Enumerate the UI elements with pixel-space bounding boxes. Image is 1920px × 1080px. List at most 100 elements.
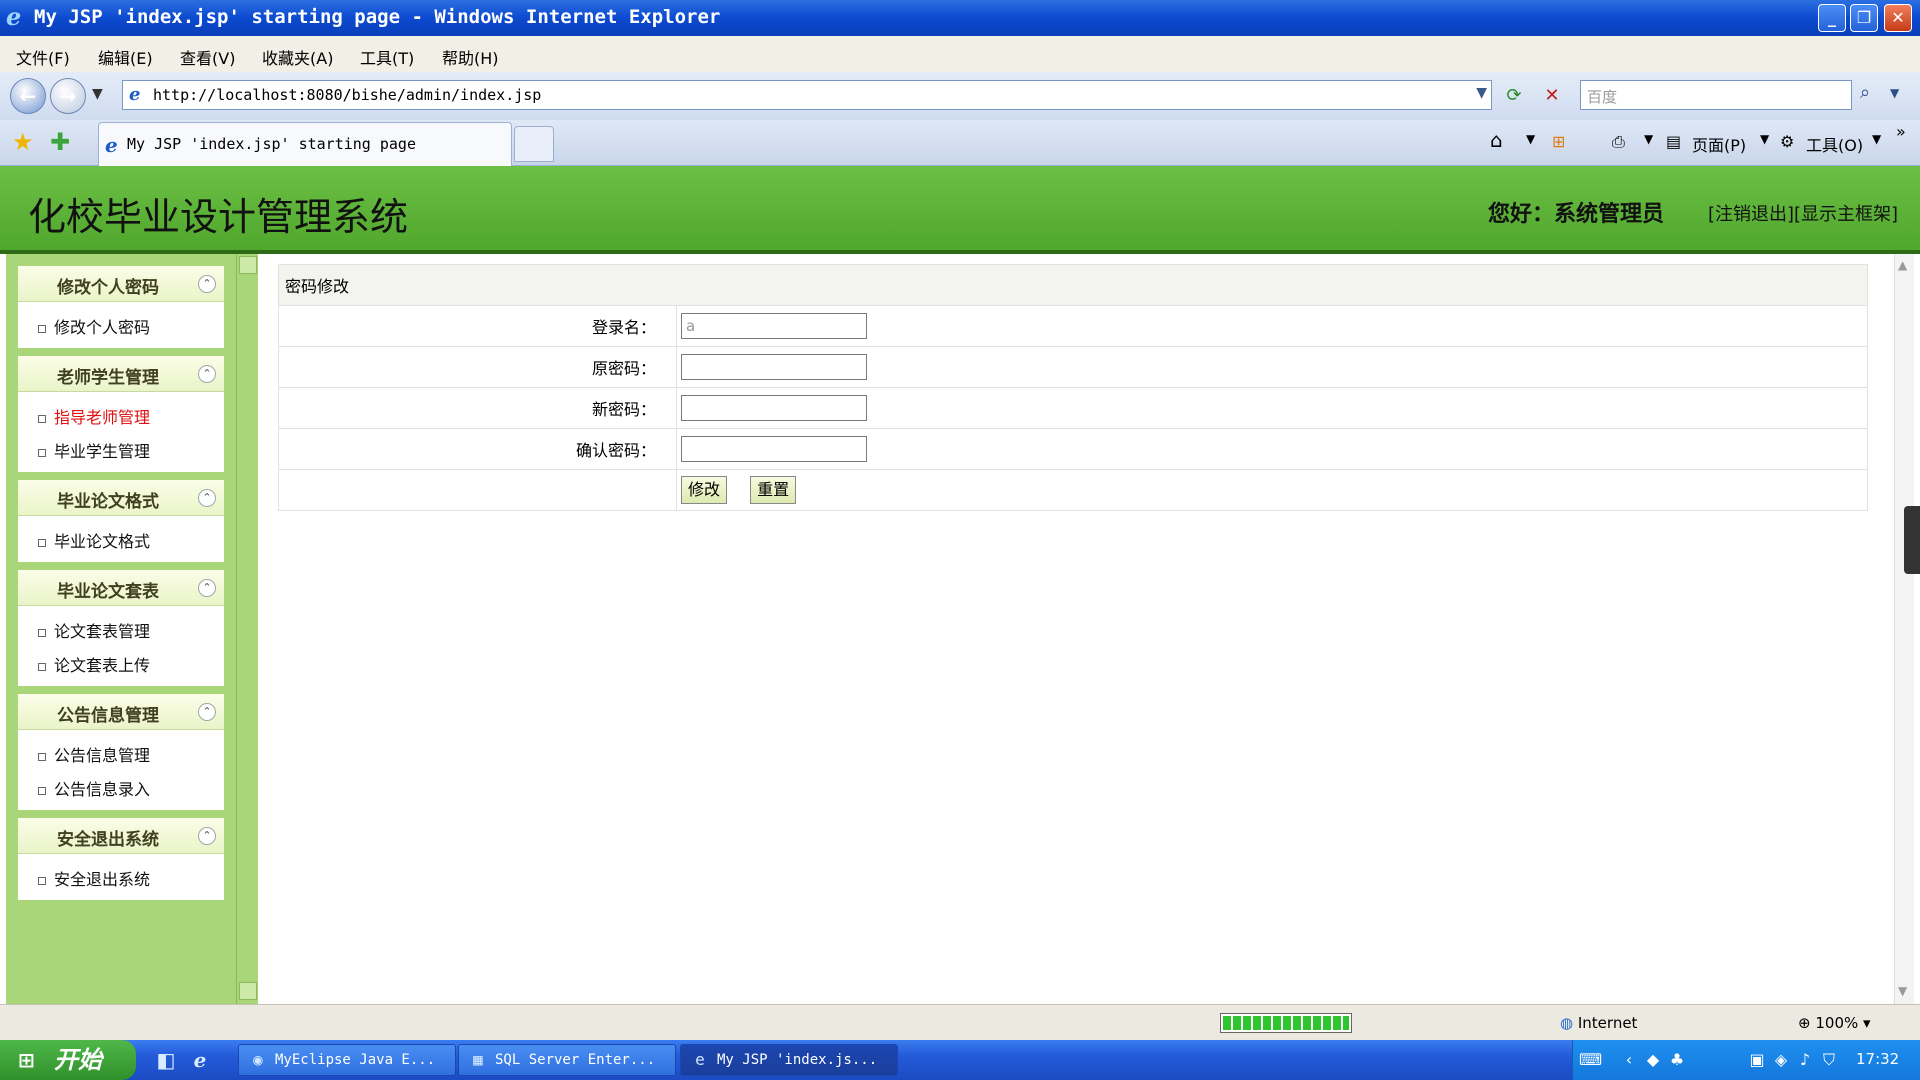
collapse-icon[interactable]: ⌃ bbox=[198, 703, 216, 721]
bullet-icon bbox=[38, 628, 46, 637]
page-menu-icon: ▤ bbox=[1666, 132, 1682, 151]
sidebar-item-forms-upload[interactable]: 论文套表上传 bbox=[38, 652, 150, 676]
collapse-icon[interactable]: ⌃ bbox=[198, 579, 216, 597]
shield-icon[interactable]: ⛉ bbox=[1819, 1050, 1839, 1070]
zoom-level[interactable]: ⊕ 100% ▾ bbox=[1798, 1014, 1871, 1032]
splitter-top-button[interactable] bbox=[239, 256, 257, 274]
security-icon[interactable]: ◆ bbox=[1643, 1050, 1663, 1070]
reset-button[interactable]: 重置 bbox=[750, 476, 797, 504]
menu-help[interactable]: 帮助(H) bbox=[442, 45, 499, 69]
section-title: 安全退出系统 bbox=[57, 830, 159, 850]
frame-splitter[interactable] bbox=[236, 254, 258, 1004]
forward-button[interactable]: → bbox=[50, 78, 86, 114]
sidebar-section-thesis-format[interactable]: 毕业论文格式 ⌃ bbox=[18, 480, 224, 516]
collapse-icon[interactable]: ⌃ bbox=[198, 275, 216, 293]
refresh-icon[interactable]: ⟳ bbox=[1500, 82, 1528, 110]
show-desktop-icon[interactable]: ◧ bbox=[154, 1048, 178, 1072]
sidebar-section-logout[interactable]: 安全退出系统 ⌃ bbox=[18, 818, 224, 854]
sidebar-item-thesis-format[interactable]: 毕业论文格式 bbox=[38, 528, 150, 552]
main-content: 密码修改 登录名： 原密码： 新密码： 确认密码： 修改 重置 bbox=[258, 254, 1894, 1004]
sidebar-item-safe-logout[interactable]: 安全退出系统 bbox=[38, 866, 150, 890]
form-caption: 密码修改 bbox=[278, 264, 1868, 306]
sidebar-section-teacher-student[interactable]: 老师学生管理 ⌃ bbox=[18, 356, 224, 392]
scroll-up-icon[interactable]: ▲ bbox=[1898, 258, 1907, 272]
sqlserver-icon: ▦ bbox=[473, 1050, 483, 1069]
back-button[interactable]: ← bbox=[10, 78, 46, 114]
splitter-bottom-button[interactable] bbox=[239, 982, 257, 1000]
collapse-icon[interactable]: ⌃ bbox=[198, 827, 216, 845]
address-dropdown-icon[interactable]: ▼ bbox=[1476, 85, 1487, 101]
sidebar-item-announce-entry[interactable]: 公告信息录入 bbox=[38, 776, 150, 800]
menu-view[interactable]: 查看(V) bbox=[180, 45, 235, 69]
sidebar-item-student-manage[interactable]: 毕业学生管理 bbox=[38, 438, 150, 462]
page-menu-button[interactable]: 页面(P) bbox=[1692, 132, 1746, 156]
minimize-button[interactable]: _ bbox=[1818, 4, 1846, 32]
collapse-icon[interactable]: ⌃ bbox=[198, 489, 216, 507]
close-button[interactable]: ✕ bbox=[1884, 4, 1912, 32]
side-panel-handle[interactable] bbox=[1904, 506, 1920, 574]
sidebar-item-teacher-manage[interactable]: 指导老师管理 bbox=[38, 404, 150, 428]
tab-label: My JSP 'index.jsp' starting page bbox=[127, 135, 416, 153]
address-bar[interactable]: e http://localhost:8080/bishe/admin/inde… bbox=[122, 80, 1492, 110]
bullet-icon bbox=[38, 662, 46, 671]
sidebar-section-thesis-forms[interactable]: 毕业论文套表 ⌃ bbox=[18, 570, 224, 606]
home-icon[interactable]: ⌂ bbox=[1490, 128, 1503, 152]
tools-menu-button[interactable]: 工具(O) bbox=[1806, 132, 1863, 156]
menu-file[interactable]: 文件(F) bbox=[16, 45, 70, 69]
sidebar: 修改个人密码 ⌃ 修改个人密码 老师学生管理 ⌃ 指导老师管理 毕业学生管理 毕… bbox=[6, 254, 236, 1004]
menu-tools[interactable]: 工具(T) bbox=[360, 45, 414, 69]
language-icon[interactable]: ▣ bbox=[1747, 1050, 1767, 1070]
search-options-icon[interactable]: ▼ bbox=[1890, 86, 1899, 100]
qq-icon[interactable]: ♣ bbox=[1667, 1050, 1687, 1070]
address-url[interactable]: http://localhost:8080/bishe/admin/index.… bbox=[153, 86, 541, 104]
new-password-field[interactable] bbox=[681, 395, 867, 421]
menu-edit[interactable]: 编辑(E) bbox=[98, 45, 153, 69]
old-password-field[interactable] bbox=[681, 354, 867, 380]
bullet-icon bbox=[38, 448, 46, 457]
sidebar-item-announce-manage[interactable]: 公告信息管理 bbox=[38, 742, 150, 766]
restore-button[interactable]: ❐ bbox=[1850, 4, 1878, 32]
new-tab-button[interactable] bbox=[514, 126, 554, 162]
search-input[interactable]: 百度 bbox=[1580, 80, 1852, 110]
start-button[interactable]: ⊞ 开始 bbox=[0, 1040, 136, 1080]
menu-favorites[interactable]: 收藏夹(A) bbox=[262, 45, 333, 69]
confirm-password-label: 确认密码： bbox=[278, 428, 677, 470]
taskbar-item-ie[interactable]: e My JSP 'index.js... bbox=[680, 1044, 898, 1076]
security-zone[interactable]: ◍ Internet bbox=[1560, 1014, 1637, 1032]
sidebar-item-forms-manage[interactable]: 论文套表管理 bbox=[38, 618, 150, 642]
sidebar-section-password[interactable]: 修改个人密码 ⌃ bbox=[18, 266, 224, 302]
new-password-label: 新密码： bbox=[278, 387, 677, 429]
chevron-more-icon[interactable]: » bbox=[1896, 122, 1906, 141]
tab-current-page[interactable]: e My JSP 'index.jsp' starting page bbox=[98, 122, 512, 166]
show-main-frame-link[interactable]: [显示主框架] bbox=[1794, 200, 1898, 226]
rss-feed-icon[interactable]: ⊞ bbox=[1552, 132, 1565, 151]
favorites-star-icon[interactable]: ★ bbox=[12, 128, 34, 156]
tray-arrow-icon[interactable]: ‹ bbox=[1619, 1050, 1639, 1070]
volume-icon[interactable]: ♪ bbox=[1795, 1050, 1815, 1070]
page-dropdown-icon[interactable]: ▼ bbox=[1760, 132, 1769, 146]
stop-icon[interactable]: ✕ bbox=[1538, 82, 1566, 110]
confirm-password-field[interactable] bbox=[681, 436, 867, 462]
taskbar-item-sqlserver[interactable]: ▦ SQL Server Enter... bbox=[458, 1044, 676, 1076]
print-dropdown-icon[interactable]: ▼ bbox=[1644, 132, 1653, 146]
collapse-icon[interactable]: ⌃ bbox=[198, 365, 216, 383]
keyboard-icon[interactable]: ⌨ bbox=[1579, 1050, 1602, 1070]
ie-quicklaunch-icon[interactable]: e bbox=[188, 1048, 212, 1072]
search-icon[interactable]: ⌕ bbox=[1860, 82, 1870, 103]
taskbar-item-myeclipse[interactable]: ◉ MyEclipse Java E... bbox=[238, 1044, 456, 1076]
tools-dropdown-icon[interactable]: ▼ bbox=[1872, 132, 1881, 146]
submit-button[interactable]: 修改 bbox=[681, 476, 728, 504]
section-body: 公告信息管理 公告信息录入 bbox=[18, 730, 224, 810]
username-field[interactable] bbox=[681, 313, 867, 339]
scroll-down-icon[interactable]: ▼ bbox=[1898, 984, 1907, 998]
history-dropdown-icon[interactable]: ▼ bbox=[92, 86, 103, 102]
network-icon[interactable]: ◈ bbox=[1771, 1050, 1791, 1070]
logout-link[interactable]: [注销退出] bbox=[1708, 200, 1794, 226]
sidebar-section-announcements[interactable]: 公告信息管理 ⌃ bbox=[18, 694, 224, 730]
add-favorites-icon[interactable]: ✚ bbox=[50, 128, 70, 156]
sidebar-item-change-password[interactable]: 修改个人密码 bbox=[38, 314, 150, 338]
home-dropdown-icon[interactable]: ▼ bbox=[1526, 132, 1535, 146]
print-icon[interactable]: ⎙ bbox=[1612, 132, 1625, 152]
vertical-scrollbar[interactable]: ▲ ▼ bbox=[1894, 254, 1914, 1004]
bullet-icon bbox=[38, 414, 46, 423]
